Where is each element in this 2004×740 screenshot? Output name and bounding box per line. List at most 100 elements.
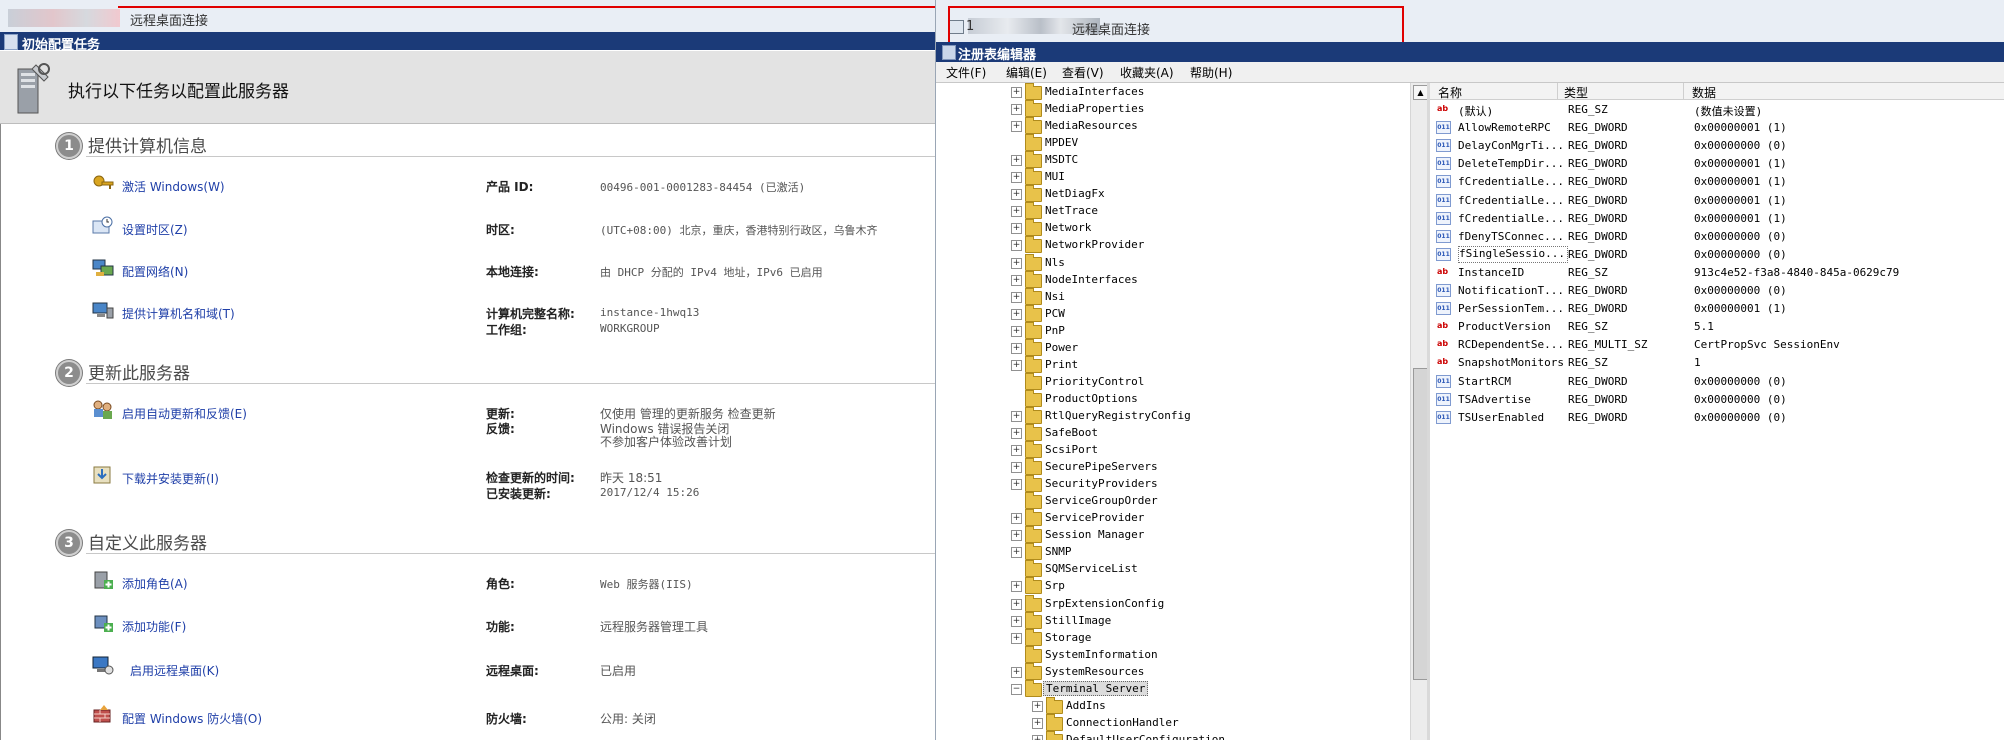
expand-icon[interactable]: +	[1011, 87, 1022, 98]
tree-node[interactable]: + StillImage	[936, 611, 1410, 630]
expand-icon[interactable]: +	[1011, 172, 1022, 184]
expand-icon[interactable]: +	[1032, 717, 1043, 729]
registry-value-row[interactable]: 011 PerSessionTem... REG_DWORD 0x00000001 (…	[1436, 300, 1996, 318]
registry-value-row[interactable]: 011 fCredentialLe... REG_DWORD 0x00000001 (…	[1436, 192, 1996, 210]
tree-node[interactable]: + SrpExtensionConfig	[936, 594, 1410, 613]
expand-icon[interactable]: +	[1011, 513, 1022, 525]
expand-icon[interactable]: +	[1011, 121, 1022, 133]
tree-node[interactable]: + PnP	[936, 321, 1410, 340]
tree-node[interactable]: + MSDTC	[936, 151, 1410, 169]
registry-key-tree[interactable]: + MediaInterfaces + MediaProperties + MediaRe…	[936, 83, 1410, 740]
column-separator[interactable]	[1557, 83, 1558, 99]
expand-icon[interactable]: +	[1011, 666, 1022, 678]
tree-node[interactable]: + SNMP	[936, 543, 1410, 561]
expand-icon[interactable]: +	[1011, 479, 1022, 491]
tree-node[interactable]: + SystemResources	[936, 662, 1410, 681]
tree-node[interactable]: + Print	[936, 355, 1410, 374]
regedit-titlebar[interactable]: 注册表编辑器	[936, 42, 2004, 63]
expand-icon[interactable]: +	[1011, 530, 1022, 542]
tree-node[interactable]: + MediaResources	[936, 117, 1410, 135]
registry-value-row[interactable]: ab ProductVersion REG_SZ 5.1	[1436, 318, 1996, 336]
expand-icon[interactable]: +	[1011, 223, 1022, 235]
registry-value-row[interactable]: 011 fDenyTSConnec... REG_DWORD 0x00000000 (…	[1436, 228, 1996, 246]
add-roles-link[interactable]: 添加角色(A)	[122, 575, 188, 592]
registry-value-row[interactable]: 011 AllowRemoteRPC REG_DWORD 0x00000001 (1)	[1436, 119, 1996, 137]
tree-node[interactable]: + RtlQueryRegistryConfig	[936, 406, 1410, 425]
expand-icon[interactable]: +	[1011, 155, 1022, 167]
scroll-up-arrow-icon[interactable]: ▲	[1413, 85, 1428, 100]
column-name[interactable]: 名称	[1438, 84, 1462, 101]
tree-node[interactable]: + Power	[936, 338, 1410, 357]
enable-remote-desktop-link[interactable]: 启用远程桌面(K)	[130, 662, 219, 679]
registry-value-row[interactable]: 011 StartRCM REG_DWORD 0x00000000 (0)	[1436, 373, 1996, 391]
tree-node[interactable]: + Nls	[936, 253, 1410, 272]
expand-icon[interactable]: +	[1011, 598, 1022, 610]
tree-node[interactable]: + SecurityProviders	[936, 475, 1410, 493]
registry-value-row[interactable]: ab SnapshotMonitors REG_SZ 1	[1436, 354, 1996, 372]
column-data[interactable]: 数据	[1692, 84, 1716, 101]
expand-icon[interactable]: +	[1011, 581, 1022, 593]
expand-icon[interactable]: +	[1011, 428, 1022, 439]
tree-node[interactable]: + PCW	[936, 304, 1410, 323]
enable-auto-update-link[interactable]: 启用自动更新和反馈(E)	[122, 405, 247, 422]
tree-node[interactable]: + ScsiPort	[936, 441, 1410, 459]
initial-config-titlebar[interactable]: 初始配置任务	[0, 32, 935, 53]
expand-icon[interactable]: +	[1011, 104, 1022, 116]
expand-icon[interactable]: +	[1011, 410, 1022, 422]
registry-value-row[interactable]: ab InstanceID REG_SZ 913c4e52-f3a8-4840-845…	[1436, 264, 1996, 282]
tree-node[interactable]: + SafeBoot	[936, 424, 1410, 442]
tree-node[interactable]: + ServiceProvider	[936, 509, 1410, 527]
tree-node[interactable]: MPDEV	[936, 134, 1410, 152]
expand-icon[interactable]: +	[1011, 240, 1022, 252]
menu-favorites[interactable]: 收藏夹(A)	[1120, 64, 1174, 81]
tree-node[interactable]: ProductOptions	[936, 389, 1410, 408]
configure-firewall-link[interactable]: 配置 Windows 防火墙(O)	[122, 710, 262, 727]
expand-icon[interactable]: +	[1011, 189, 1022, 201]
left-remote-titlebar[interactable]: 远程桌面连接	[0, 0, 935, 33]
activate-windows-link[interactable]: 激活 Windows(W)	[122, 178, 225, 195]
expand-icon[interactable]: +	[1011, 547, 1022, 559]
tree-node[interactable]: + ConnectionHandler	[936, 713, 1410, 732]
expand-icon[interactable]: +	[1011, 342, 1022, 354]
tree-node[interactable]: + NetDiagFx	[936, 185, 1410, 203]
tree-node[interactable]: + DefaultUserConfiguration	[936, 730, 1410, 740]
expand-icon[interactable]: +	[1011, 615, 1022, 627]
expand-icon[interactable]: +	[1032, 734, 1043, 740]
menu-edit[interactable]: 编辑(E)	[1006, 64, 1047, 81]
menu-help[interactable]: 帮助(H)	[1190, 64, 1232, 81]
scroll-thumb[interactable]	[1413, 368, 1428, 680]
add-features-link[interactable]: 添加功能(F)	[122, 618, 186, 635]
expand-icon[interactable]: +	[1011, 359, 1022, 371]
column-separator[interactable]	[1683, 83, 1684, 99]
menu-view[interactable]: 查看(V)	[1062, 64, 1104, 81]
expand-icon[interactable]: +	[1011, 274, 1022, 286]
expand-icon[interactable]: +	[1032, 700, 1043, 712]
column-type[interactable]: 类型	[1564, 84, 1588, 101]
expand-icon[interactable]: +	[1011, 325, 1022, 337]
set-timezone-link[interactable]: 设置时区(Z)	[122, 221, 188, 238]
registry-value-row[interactable]: 011 TSAdvertise REG_DWORD 0x00000000 (0)	[1436, 391, 1996, 409]
registry-value-row[interactable]: 011 fCredentialLe... REG_DWORD 0x00000001 (…	[1436, 210, 1996, 228]
tree-node[interactable]: + Nsi	[936, 287, 1410, 306]
registry-value-row[interactable]: 011 DeleteTempDir... REG_DWORD 0x00000001 (…	[1436, 155, 1996, 173]
tree-node[interactable]: + Network	[936, 219, 1410, 237]
download-install-updates-link[interactable]: 下载并安装更新(I)	[122, 470, 219, 487]
registry-value-row[interactable]: ab (默认) REG_SZ (数值未设置)	[1436, 101, 1996, 119]
tree-node[interactable]: + NetTrace	[936, 202, 1410, 220]
tree-node[interactable]: ServiceGroupOrder	[936, 492, 1410, 510]
registry-value-row[interactable]: 011 TSUserEnabled REG_DWORD 0x00000000 (0)	[1436, 409, 1996, 427]
menu-file[interactable]: 文件(F)	[946, 64, 986, 81]
collapse-icon[interactable]: −	[1011, 683, 1022, 695]
tree-node[interactable]: SystemInformation	[936, 645, 1410, 664]
registry-value-row[interactable]: 011 DelayConMgrTi... REG_DWORD 0x00000000 (…	[1436, 137, 1996, 155]
tree-node[interactable]: + MediaProperties	[936, 100, 1410, 118]
tree-node[interactable]: + NetworkProvider	[936, 236, 1410, 254]
tree-node[interactable]: SQMServiceList	[936, 560, 1410, 578]
tree-scrollbar[interactable]: ▲	[1410, 83, 1428, 740]
tree-node[interactable]: + AddIns	[936, 696, 1410, 715]
registry-value-row[interactable]: 011 NotificationT... REG_DWORD 0x00000000 (…	[1436, 282, 1996, 300]
registry-value-row[interactable]: 011 fCredentialLe... REG_DWORD 0x00000001 (…	[1436, 173, 1996, 191]
tree-node[interactable]: + NodeInterfaces	[936, 270, 1410, 289]
registry-values-list[interactable]: ab (默认) REG_SZ (数值未设置) 011 AllowRemoteRPC REG_…	[1430, 83, 2004, 740]
expand-icon[interactable]: +	[1011, 257, 1022, 269]
